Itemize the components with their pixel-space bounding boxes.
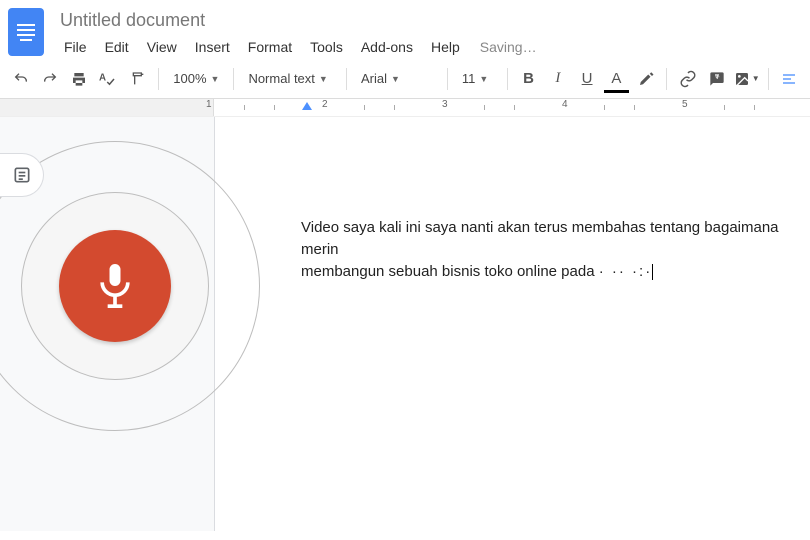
document-title[interactable]: Untitled document xyxy=(56,8,537,33)
highlight-button[interactable] xyxy=(633,66,658,92)
menu-insert[interactable]: Insert xyxy=(187,35,238,59)
undo-button[interactable] xyxy=(8,66,33,92)
style-value: Normal text xyxy=(248,71,314,86)
text-color-button[interactable]: A xyxy=(604,66,629,92)
menu-tools[interactable]: Tools xyxy=(302,35,351,59)
menu-bar: File Edit View Insert Format Tools Add-o… xyxy=(56,35,537,59)
menu-file[interactable]: File xyxy=(56,35,95,59)
ruler-mark: 3 xyxy=(442,99,448,110)
bold-button[interactable]: B xyxy=(516,66,541,92)
ruler-mark: 2 xyxy=(322,99,328,110)
ruler[interactable]: 1 2 3 4 5 xyxy=(0,99,810,117)
chevron-down-icon: ▼ xyxy=(479,74,488,84)
align-button[interactable] xyxy=(777,66,802,92)
underline-button[interactable]: U xyxy=(574,66,599,92)
menu-addons[interactable]: Add-ons xyxy=(353,35,421,59)
menu-help[interactable]: Help xyxy=(423,35,468,59)
chevron-down-icon: ▼ xyxy=(391,74,400,84)
italic-button[interactable]: I xyxy=(545,66,570,92)
microphone-button[interactable] xyxy=(59,230,171,342)
font-size-select[interactable]: 11 ▼ xyxy=(456,66,499,92)
paint-format-button[interactable] xyxy=(125,66,150,92)
zoom-value: 100% xyxy=(173,71,206,86)
header-bar: Untitled document File Edit View Insert … xyxy=(0,0,810,59)
insert-link-button[interactable] xyxy=(675,66,700,92)
chevron-down-icon: ▼ xyxy=(211,74,220,84)
redo-button[interactable] xyxy=(37,66,62,92)
svg-text:+: + xyxy=(715,72,720,81)
ruler-mark: 4 xyxy=(562,99,568,110)
text-cursor xyxy=(652,264,653,280)
document-page[interactable]: Video saya kali ini saya nanti akan teru… xyxy=(214,117,810,531)
menu-edit[interactable]: Edit xyxy=(97,35,137,59)
docs-app-icon[interactable] xyxy=(8,8,44,56)
indent-marker-icon[interactable] xyxy=(302,102,312,110)
toolbar: A 100% ▼ Normal text ▼ Arial ▼ 11 ▼ B I … xyxy=(0,59,810,99)
insert-comment-button[interactable]: + xyxy=(705,66,730,92)
font-value: Arial xyxy=(361,71,387,86)
left-margin-zone xyxy=(0,117,214,531)
spellcheck-button[interactable]: A xyxy=(96,66,121,92)
insert-image-button[interactable]: ▼ xyxy=(734,66,760,92)
document-body[interactable]: Video saya kali ini saya nanti akan teru… xyxy=(301,217,801,283)
text-line: membangun sebuah bisnis toko online pada xyxy=(301,263,599,280)
ruler-mark: 5 xyxy=(682,99,688,110)
font-select[interactable]: Arial ▼ xyxy=(355,66,439,92)
zoom-select[interactable]: 100% ▼ xyxy=(167,66,225,92)
workspace: Video saya kali ini saya nanti akan teru… xyxy=(0,117,810,531)
menu-view[interactable]: View xyxy=(139,35,185,59)
save-status: Saving… xyxy=(480,39,537,55)
ruler-mark: 1 xyxy=(206,99,212,110)
interim-speech-dots: · ·· ·:· xyxy=(599,263,652,280)
paragraph-style-select[interactable]: Normal text ▼ xyxy=(242,66,338,92)
chevron-down-icon: ▼ xyxy=(752,74,760,83)
microphone-icon xyxy=(93,260,137,312)
outline-icon xyxy=(12,165,32,185)
outline-toggle-button[interactable] xyxy=(0,153,44,197)
chevron-down-icon: ▼ xyxy=(319,74,328,84)
menu-format[interactable]: Format xyxy=(240,35,300,59)
font-size-value: 11 xyxy=(462,71,476,86)
print-button[interactable] xyxy=(67,66,92,92)
svg-text:A: A xyxy=(99,72,106,83)
text-line: Video saya kali ini saya nanti akan teru… xyxy=(301,219,779,258)
